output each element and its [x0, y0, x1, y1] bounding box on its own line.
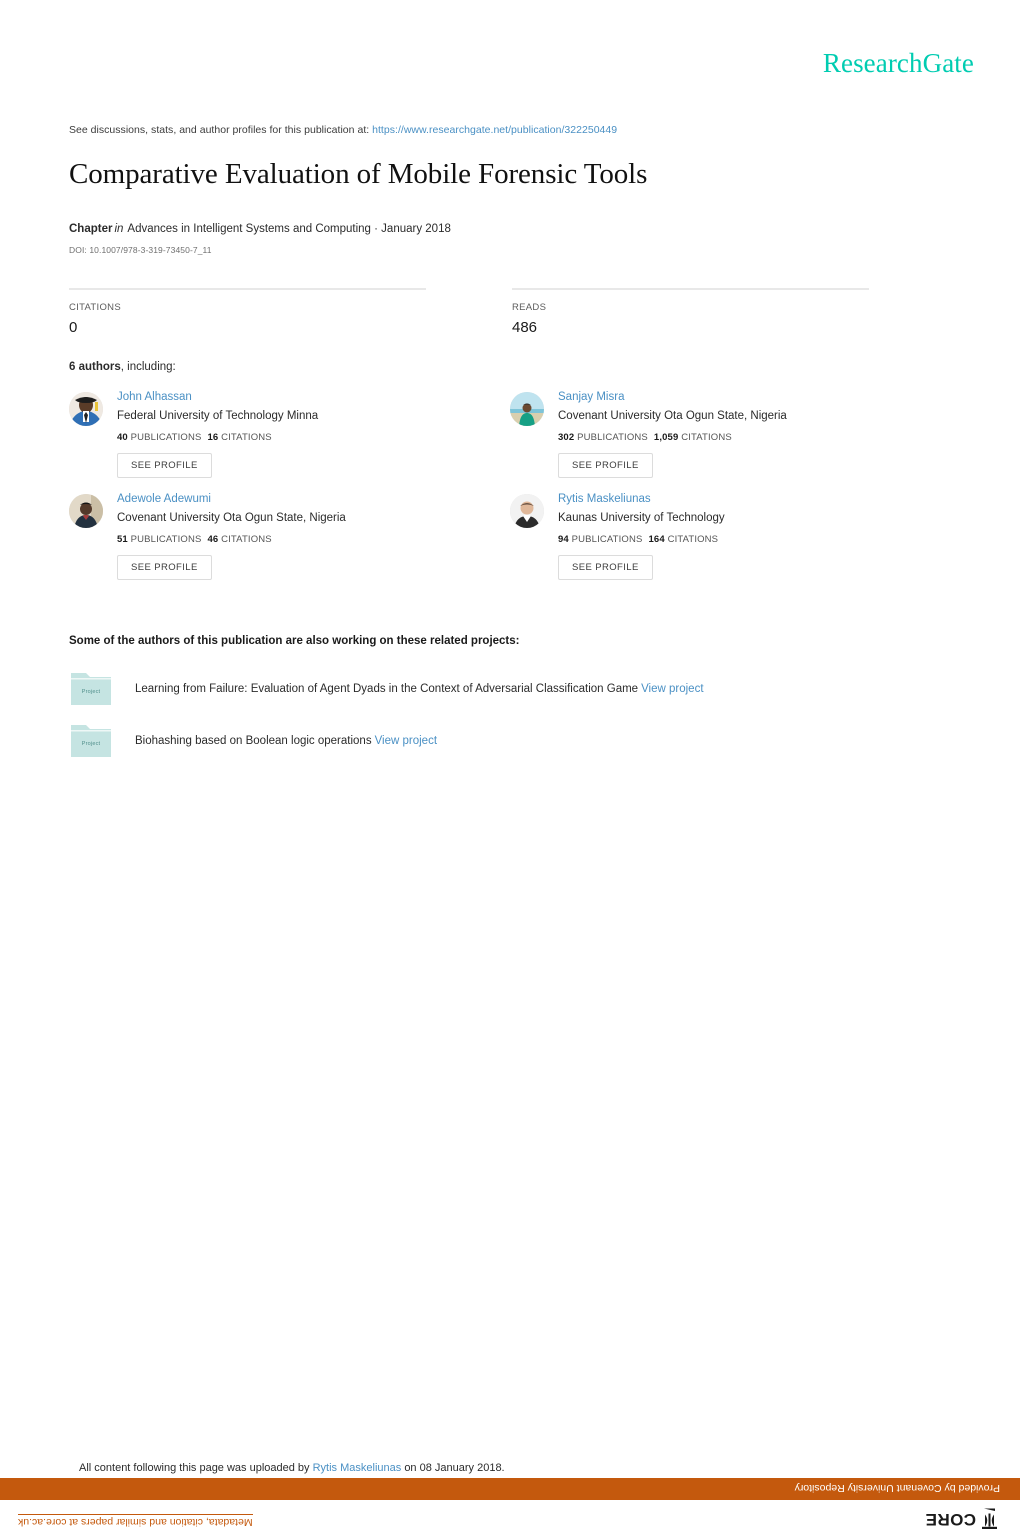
avatar [69, 494, 103, 528]
author-citations-count: 1,059 [653, 432, 679, 443]
publication-type: Chapter [69, 223, 113, 235]
author-body: Rytis Maskeliunas Kaunas University of T… [558, 492, 725, 580]
author-publications-count: 302 [558, 432, 575, 443]
author-card: Rytis Maskeliunas Kaunas University of T… [510, 492, 951, 580]
avatar [69, 392, 103, 426]
researchgate-logo: ResearchGate [822, 48, 974, 78]
author-name[interactable]: John Alhassan [117, 390, 318, 405]
view-project-link[interactable]: View project [641, 683, 703, 695]
view-project-link[interactable]: View project [375, 735, 437, 747]
author-publications-count: 51 [117, 534, 128, 545]
project-title: Biohashing based on Boolean logic operat… [135, 735, 372, 747]
author-stats: 302 PUBLICATIONS 1,059 CITATIONS [558, 432, 787, 443]
core-logo: CORE [925, 1508, 998, 1530]
avatar [510, 392, 544, 426]
author-affiliation: Kaunas University of Technology [558, 512, 725, 524]
author-citations-count: 46 [207, 534, 219, 545]
citations-value: 0 [69, 319, 78, 336]
author-stats: 51 PUBLICATIONS 46 CITATIONS [117, 534, 346, 545]
citations-word: CITATIONS [681, 432, 732, 443]
author-affiliation: Covenant University Ota Ogun State, Nige… [117, 512, 346, 524]
core-banner-overlay: Provided by Covenant University Reposito… [0, 1478, 1020, 1530]
see-profile-button[interactable]: SEE PROFILE [558, 555, 653, 580]
core-provided-by-text: Provided by Covenant University Reposito… [794, 1482, 1000, 1494]
projects-list: Project Learning from Failure: Evaluatio… [69, 667, 929, 763]
author-stats: 40 PUBLICATIONS 16 CITATIONS [117, 432, 318, 443]
project-folder-icon: Project [69, 669, 113, 709]
researchgate-publication-page: ResearchGate See discussions, stats, and… [0, 0, 1020, 1530]
core-metadata-link[interactable]: Metadata, citation and similar papers at… [18, 1514, 253, 1528]
page-title: Comparative Evaluation of Mobile Forensi… [69, 158, 648, 190]
reads-metric: READS 486 [512, 288, 914, 336]
researchgate-brand: ResearchGate [823, 48, 974, 79]
author-affiliation: Covenant University Ota Ogun State, Nige… [558, 410, 787, 422]
see-profile-button[interactable]: SEE PROFILE [558, 453, 653, 478]
list-item: Project Biohashing based on Boolean logi… [69, 719, 929, 763]
list-item: Project Learning from Failure: Evaluatio… [69, 667, 929, 711]
author-card: Sanjay Misra Covenant University Ota Ogu… [510, 390, 951, 478]
author-publications-count: 94 [558, 534, 569, 545]
upload-prefix-text: All content following this page was uplo… [79, 1462, 310, 1474]
author-name[interactable]: Sanjay Misra [558, 390, 787, 405]
author-publications-count: 40 [117, 432, 128, 443]
avatar [510, 494, 544, 528]
publication-meta: Chapter in Advances in Intelligent Systems… [69, 223, 451, 235]
metrics-row: CITATIONS 0 READS 486 [69, 288, 914, 336]
authors-grid: John Alhassan Federal University of Tech… [69, 390, 951, 580]
project-title: Learning from Failure: Evaluation of Age… [135, 683, 639, 695]
publication-venue: Advances in Intelligent Systems and Comp… [127, 223, 451, 235]
project-folder-label: Project [81, 689, 101, 695]
authors-heading-rest: , including: [120, 361, 176, 373]
upload-note: All content following this page was uplo… [79, 1462, 505, 1474]
discussions-prefix-text: See discussions, stats, and author profi… [69, 124, 370, 136]
citations-word: CITATIONS [221, 432, 272, 443]
author-body: Sanjay Misra Covenant University Ota Ogu… [558, 390, 787, 478]
citations-word: CITATIONS [667, 534, 719, 545]
reads-value: 486 [512, 319, 538, 336]
publications-word: PUBLICATIONS [571, 534, 643, 545]
see-profile-button[interactable]: SEE PROFILE [117, 555, 212, 580]
publications-word: PUBLICATIONS [130, 534, 202, 545]
reads-label: READS [512, 302, 547, 313]
author-name[interactable]: Adewole Adewumi [117, 492, 346, 507]
citations-word: CITATIONS [221, 534, 272, 545]
publications-word: PUBLICATIONS [577, 432, 648, 443]
reads-divider [512, 288, 869, 290]
authors-count: 6 authors [69, 361, 121, 373]
publication-in-word: in [114, 223, 124, 235]
author-card: Adewole Adewumi Covenant University Ota … [69, 492, 510, 580]
uploader-link[interactable]: Rytis Maskeliunas [313, 1462, 402, 1474]
author-citations-count: 164 [648, 534, 665, 545]
publication-doi: DOI: 10.1007/978-3-319-73450-7_11 [69, 245, 212, 255]
core-logo-text: CORE [925, 1510, 976, 1529]
author-body: John Alhassan Federal University of Tech… [117, 390, 318, 478]
citations-label: CITATIONS [69, 302, 121, 313]
author-name[interactable]: Rytis Maskeliunas [558, 492, 725, 507]
project-folder-label: Project [81, 741, 101, 747]
projects-heading: Some of the authors of this publication … [69, 635, 520, 647]
author-citations-count: 16 [207, 432, 219, 443]
author-card: John Alhassan Federal University of Tech… [69, 390, 510, 478]
citations-divider [69, 288, 426, 290]
core-logo-mark-icon [982, 1508, 997, 1529]
author-body: Adewole Adewumi Covenant University Ota … [117, 492, 346, 580]
project-folder-icon: Project [69, 721, 113, 761]
author-affiliation: Federal University of Technology Minna [117, 410, 319, 422]
citations-metric: CITATIONS 0 [69, 288, 471, 336]
author-row: Adewole Adewumi Covenant University Ota … [69, 492, 951, 580]
project-text: Learning from Failure: Evaluation of Age… [135, 683, 704, 695]
upload-suffix-text: on 08 January 2018. [404, 1462, 505, 1474]
publications-word: PUBLICATIONS [130, 432, 202, 443]
author-row: John Alhassan Federal University of Tech… [69, 390, 951, 478]
see-profile-button[interactable]: SEE PROFILE [117, 453, 212, 478]
authors-heading: 6 authors, including: [69, 361, 176, 373]
discussions-line: See discussions, stats, and author profi… [69, 124, 617, 136]
author-stats: 94 PUBLICATIONS 164 CITATIONS [558, 534, 725, 545]
project-text: Biohashing based on Boolean logic operat… [135, 735, 437, 747]
publication-url-link[interactable]: https://www.researchgate.net/publication… [372, 124, 617, 136]
